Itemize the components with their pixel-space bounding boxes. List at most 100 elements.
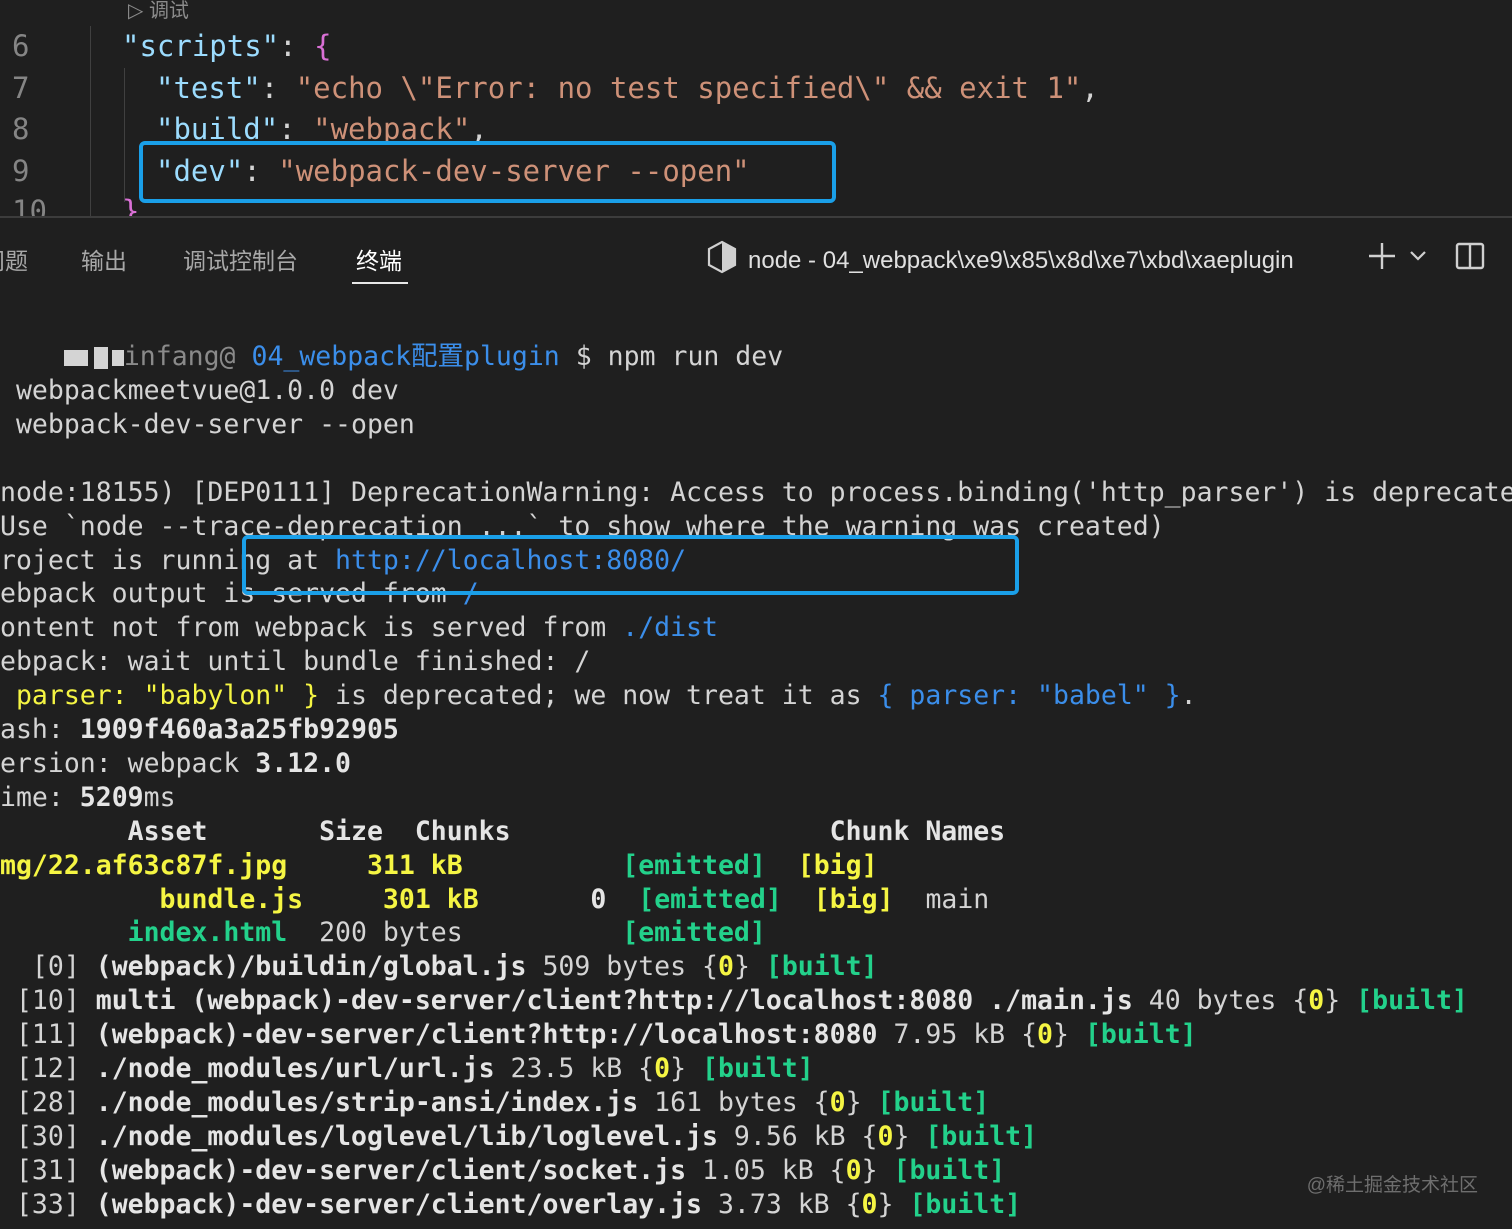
terminal-text: bundle.js	[0, 883, 304, 915]
terminal-line: [10] multi (webpack)-dev-server/client?h…	[0, 984, 1468, 1018]
terminal-text: 0	[654, 1053, 671, 1084]
terminal-selector[interactable]: node - 04_webpack\xe9\x85\x8d\xe7\xbd\xa…	[706, 240, 1294, 281]
terminal-prompt-line: infang@ 04_webpack配置plugin $ npm run dev	[0, 306, 783, 372]
terminal-text: 3.73 kB {	[702, 1188, 862, 1220]
prompt-symbol: $	[575, 341, 592, 372]
terminal-text: 0	[1308, 985, 1325, 1017]
terminal-text: [built]	[702, 1053, 814, 1084]
terminal-line: webpack-dev-server --open	[0, 408, 415, 442]
terminal-text: ime:	[0, 781, 80, 813]
terminal-text: 161 bytes {	[638, 1086, 830, 1118]
terminal-text: [big]	[797, 849, 878, 881]
terminal-text: ash:	[0, 714, 80, 745]
terminal-text: ms	[143, 781, 176, 813]
terminal-text: [33]	[0, 1188, 96, 1220]
tab-terminal[interactable]: 终端	[356, 242, 402, 276]
indent-guide	[124, 68, 125, 202]
terminal-text: main	[893, 883, 990, 915]
terminal-text: [emitted]	[622, 917, 766, 949]
line-number: 10	[12, 194, 47, 217]
terminal-text: [built]	[765, 951, 878, 983]
terminal-line: [11] (webpack)-dev-server/client?http://…	[0, 1018, 1197, 1052]
tab-debug-console[interactable]: 调试控制台	[183, 242, 298, 276]
terminal-line: [33] (webpack)-dev-server/client/overlay…	[0, 1188, 1021, 1222]
terminal-text: parser: "babylon" }	[0, 680, 320, 712]
code-token: :	[278, 112, 314, 146]
active-tab-indicator	[352, 282, 408, 284]
terminal-text: mg/22.af63c87f.jpg	[0, 849, 288, 881]
terminal-text: http://localhost:8080/	[335, 544, 687, 576]
split-terminal-icon[interactable]	[1454, 240, 1486, 276]
terminal-line: index.html 200 bytes [emitted]	[0, 916, 766, 950]
terminal-text: 0	[861, 1188, 878, 1220]
redacted-username	[63, 341, 124, 372]
terminal-icon	[706, 240, 738, 281]
terminal-text: ./dist	[622, 612, 718, 644]
line-code: "test": "echo \"Error: no test specified…	[156, 67, 1099, 109]
terminal-line: parser: "babylon" } is deprecated; we no…	[0, 679, 1197, 713]
terminal-text: 3.12.0	[255, 747, 352, 779]
terminal-line: ime: 5209ms	[0, 781, 176, 815]
terminal-output[interactable]: infang@ 04_webpack配置plugin $ npm run dev…	[0, 296, 1512, 1229]
prompt-user: infang@	[123, 341, 236, 372]
terminal-line: ebpack: wait until bundle finished: /	[0, 645, 590, 679]
terminal-text: .	[1180, 680, 1197, 712]
terminal-text: 1909f460a3a25fb92905	[79, 714, 399, 745]
terminal-text: [emitted]	[638, 883, 782, 915]
terminal-text: webpackmeetvue@1.0.0 dev	[0, 375, 399, 406]
terminal-text: 9.56 kB {	[717, 1120, 878, 1152]
terminal-text: [built]	[1356, 985, 1468, 1017]
terminal-text: 1.05 kB {	[686, 1154, 846, 1186]
line-number: 8	[12, 112, 30, 146]
terminal-text: }	[893, 1120, 926, 1152]
tab-output[interactable]: 输出	[81, 242, 127, 276]
terminal-text: ./node_modules/strip-ansi/index.js	[95, 1086, 639, 1118]
terminal-line: ersion: webpack 3.12.0	[0, 747, 351, 781]
terminal-text: ebpack output is served from	[0, 578, 463, 610]
add-terminal-icon[interactable]	[1366, 240, 1398, 276]
terminal-text: 0	[1037, 1019, 1054, 1051]
code-token: "webpack"	[313, 112, 471, 146]
terminal-text: roject is running at	[0, 544, 336, 576]
terminal-text: }	[1053, 1019, 1085, 1051]
code-token: ,	[470, 112, 488, 146]
line-code: "scripts": {	[122, 25, 332, 67]
line-code: "dev": "webpack-dev-server --open"	[156, 150, 750, 192]
code-token: "webpack-dev-server --open"	[278, 154, 750, 188]
terminal-text: (webpack)-dev-server/client/socket.js	[95, 1154, 687, 1186]
terminal-text: ersion: webpack	[0, 747, 256, 779]
chevron-down-icon[interactable]	[1408, 248, 1428, 268]
terminal-text: }	[861, 1154, 894, 1186]
terminal-text: 200 bytes	[287, 917, 463, 949]
terminal-text: [big]	[813, 883, 894, 915]
terminal-text: 0	[717, 951, 734, 983]
tab-problems[interactable]: 问题	[0, 242, 28, 276]
terminal-text: 23.5 kB {	[494, 1053, 655, 1084]
terminal-text: }	[877, 1188, 910, 1220]
terminal-text: ontent not from webpack is served from	[0, 612, 623, 644]
debug-codelens[interactable]: ▷ 调试	[128, 0, 189, 23]
terminal-text: [built]	[925, 1120, 1038, 1152]
terminal-text: [10]	[0, 985, 96, 1017]
line-code: "build": "webpack",	[156, 108, 488, 150]
terminal-text: [12]	[0, 1053, 96, 1084]
terminal-text: index.html	[0, 917, 288, 949]
code-token: "test"	[156, 71, 261, 105]
terminal-text: ./node_modules/loglevel/lib/loglevel.js	[95, 1120, 718, 1152]
terminal-line: [0] (webpack)/buildin/global.js 509 byte…	[0, 950, 878, 984]
code-token: ,	[1081, 71, 1099, 105]
terminal-text: [0]	[0, 951, 96, 983]
code-editor[interactable]: ▷ 调试 6 "scripts": {7 "test": "echo \"Error…	[0, 0, 1512, 217]
code-token: {	[314, 29, 332, 63]
terminal-line: ontent not from webpack is served from .…	[0, 611, 718, 645]
code-token: }	[122, 194, 140, 217]
terminal-text: (webpack)/buildin/global.js	[95, 951, 527, 983]
terminal-text: [built]	[909, 1188, 1022, 1220]
terminal-text: [built]	[893, 1154, 1006, 1186]
